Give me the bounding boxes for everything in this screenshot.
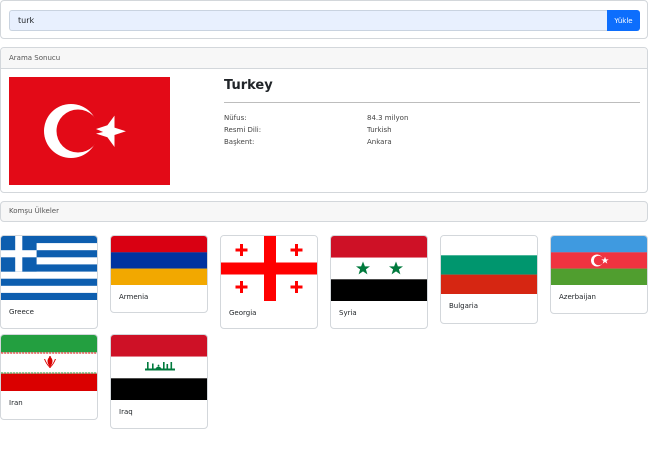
search-input[interactable] <box>9 10 608 31</box>
neighbor-name: Iran <box>9 399 23 407</box>
population-label: Nüfus: <box>224 114 247 122</box>
info-row-language: Resmi Dili: Turkish <box>224 126 640 137</box>
turkey-flag-icon <box>9 77 170 185</box>
neighbor-card-iran[interactable]: Iran <box>0 334 98 420</box>
bulgaria-flag-icon <box>441 236 537 294</box>
population-value: 84.3 milyon <box>367 114 409 122</box>
neighbor-name: Bulgaria <box>449 302 479 310</box>
neighbor-card-azerbaijan[interactable]: Azerbaijan <box>550 235 648 314</box>
neighbor-name: Syria <box>339 309 357 317</box>
neighbor-card-syria[interactable]: Syria <box>330 235 428 329</box>
load-button[interactable]: Yükle <box>607 10 640 31</box>
neighbor-card-iraq[interactable]: Iraq <box>110 334 208 429</box>
neighbor-card-armenia[interactable]: Armenia <box>110 235 208 313</box>
language-value: Turkish <box>367 126 392 134</box>
armenia-flag-icon <box>111 236 207 285</box>
iran-flag-icon <box>1 335 97 391</box>
result-card: Arama Sonucu Turkey Nüfus: 84.3 milyon R… <box>0 47 648 193</box>
neighbor-name: Azerbaijan <box>559 293 596 301</box>
result-header: Arama Sonucu <box>1 48 647 69</box>
neighbor-name: Greece <box>9 308 34 316</box>
neighbor-name: Georgia <box>229 309 257 317</box>
azerbaijan-flag-icon <box>551 236 647 285</box>
neighbors-header: Komşu Ülkeler <box>0 201 648 222</box>
info-row-population: Nüfus: 84.3 milyon <box>224 114 640 125</box>
language-label: Resmi Dili: <box>224 126 262 134</box>
neighbor-name: Armenia <box>119 293 149 301</box>
neighbor-card-georgia[interactable]: Georgia <box>220 235 318 329</box>
syria-flag-icon <box>331 236 427 301</box>
capital-label: Başkent: <box>224 138 255 146</box>
georgia-flag-icon <box>221 236 317 301</box>
neighbor-card-bulgaria[interactable]: Bulgaria <box>440 235 538 324</box>
neighbor-name: Iraq <box>119 408 133 416</box>
greece-flag-icon <box>1 236 97 300</box>
search-card: Yükle <box>0 0 648 39</box>
info-row-capital: Başkent: Ankara <box>224 138 640 149</box>
divider <box>224 102 640 103</box>
neighbor-card-greece[interactable]: Greece <box>0 235 98 329</box>
iraq-flag-icon <box>111 335 207 400</box>
country-name: Turkey <box>224 78 273 93</box>
capital-value: Ankara <box>367 138 392 146</box>
